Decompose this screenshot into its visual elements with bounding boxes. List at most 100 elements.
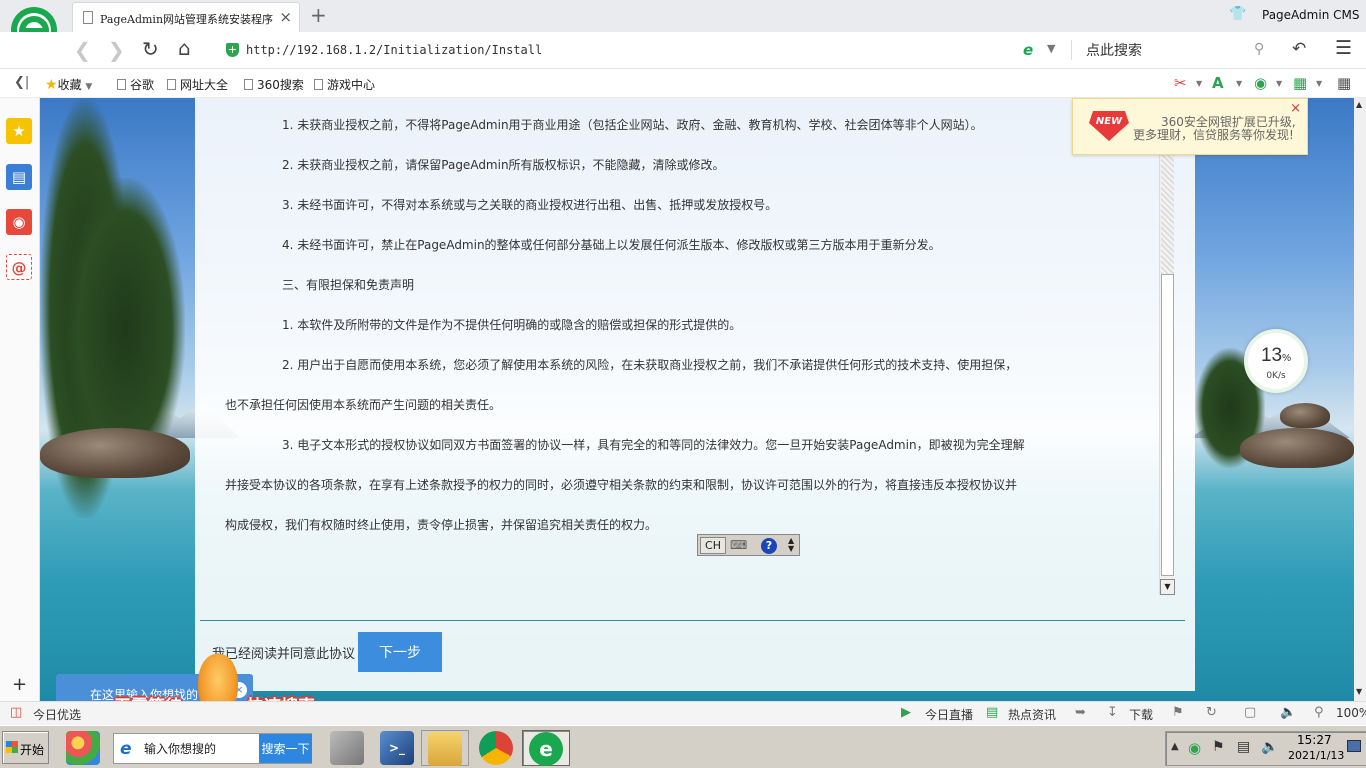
flag-icon[interactable]: ⚑ (1212, 739, 1225, 755)
ime-options-icon[interactable]: ▲ ▼ (788, 537, 794, 553)
360-guard-icon[interactable]: ◉ (1188, 739, 1201, 757)
ime-mode-button[interactable]: CH (700, 537, 726, 554)
ime-toolbar[interactable]: CH ⌨ ? ▲ ▼ (697, 534, 800, 556)
help-icon[interactable]: ? (761, 538, 777, 554)
chevron-down-icon[interactable]: ▼ (1276, 79, 1282, 88)
browser-scrollbar[interactable]: ▲ ▼ (1354, 98, 1366, 701)
license-scrollbar[interactable]: ▼ (1159, 98, 1175, 595)
powershell-icon[interactable]: >_ (380, 731, 414, 765)
zoom-icon[interactable]: ⚲ (1314, 705, 1324, 720)
scroll-down-icon[interactable]: ▼ (1160, 579, 1175, 595)
back-icon[interactable]: ❮ (74, 38, 91, 62)
forward-icon[interactable]: ❯ (108, 38, 125, 62)
new-badge: NEW (1089, 111, 1129, 141)
bookmark-item[interactable]: 游戏中心 (314, 76, 375, 93)
chevron-down-icon[interactable]: ▼ (1196, 79, 1202, 88)
start-label: 开始 (20, 743, 45, 757)
wallet-shield-icon[interactable]: ◉ (1254, 74, 1267, 92)
bookmark-item[interactable]: 网址大全 (167, 76, 228, 93)
taskbar-search[interactable]: e 搜索一下 (113, 733, 312, 764)
360-desktop-icon[interactable] (66, 731, 100, 765)
user-label[interactable]: PageAdmin CMS (1262, 8, 1359, 22)
network-icon[interactable]: ▤ (1237, 739, 1250, 755)
skin-icon[interactable]: 👕 (1229, 6, 1246, 22)
title-bar: PageAdmin网站管理系统安装程序 × + 👕 PageAdmin CMS (0, 0, 1366, 60)
download-link[interactable]: 下载 (1129, 706, 1153, 723)
close-tab-icon[interactable]: × (279, 8, 292, 26)
keyboard-icon[interactable]: ⌨ (730, 538, 747, 552)
tray-expand-icon[interactable]: ▲ (1171, 741, 1179, 752)
flag-icon[interactable]: ⚑ (1172, 705, 1184, 720)
news-icon[interactable]: ▤ (986, 705, 998, 720)
rock-graphic (1240, 428, 1354, 468)
window-icon[interactable]: ▢ (1244, 705, 1256, 720)
chevron-down-icon[interactable]: ▼ (1316, 79, 1322, 88)
bookmark-item[interactable]: 谷歌 (117, 76, 154, 93)
computer-icon[interactable] (330, 731, 364, 765)
windows-logo-icon (6, 741, 18, 753)
undo-icon[interactable]: ↶ (1292, 39, 1306, 59)
scroll-down-icon[interactable]: ▼ (1356, 687, 1362, 696)
gift-icon[interactable]: ◫ (10, 705, 22, 720)
live-link[interactable]: 今日直播 (925, 706, 973, 723)
star-icon: ★ (45, 77, 58, 93)
page-icon (167, 79, 176, 90)
today-picks-link[interactable]: 今日优选 (33, 706, 81, 723)
license-paragraph: 1. 本软件及所附带的文件是作为不提供任何明确的或隐含的赔偿或担保的形式提供的。 (282, 318, 742, 332)
scissors-icon[interactable]: ✂ (1174, 74, 1187, 92)
license-paragraph: 构成侵权，我们有权随时终止使用，责令停止损害，并保留追究相关责任的权力。 (225, 518, 658, 532)
close-icon[interactable]: × (1290, 101, 1301, 116)
add-icon[interactable]: + (12, 674, 27, 695)
clock-time[interactable]: 15:27 (1297, 733, 1332, 747)
favorites-star-icon[interactable]: ★ (6, 118, 32, 144)
tab-active[interactable]: PageAdmin网站管理系统安装程序 × (72, 2, 300, 32)
ie-compat-icon[interactable]: e (1023, 41, 1033, 59)
refresh-icon[interactable]: ↻ (1206, 705, 1217, 720)
next-step-button[interactable]: 下一步 (358, 632, 442, 672)
new-tab-button[interactable]: + (310, 3, 327, 27)
bookmark-item[interactable]: 360搜索 (244, 76, 304, 93)
speed-percent: 13% (1248, 345, 1304, 367)
page-icon (117, 79, 126, 90)
mail-icon[interactable]: @ (6, 254, 32, 280)
search-input[interactable] (1078, 37, 1278, 63)
search-icon[interactable]: ⚲ (1254, 41, 1264, 57)
scrollbar-thumb[interactable] (1161, 274, 1174, 576)
apps-grid-icon[interactable]: ▦ (1337, 74, 1351, 92)
chrome-icon[interactable] (479, 731, 513, 765)
translate-icon[interactable]: A (1212, 74, 1224, 92)
weibo-icon[interactable]: ◉ (6, 209, 32, 235)
download-icon[interactable]: ↧ (1107, 705, 1118, 720)
url-field[interactable]: http://192.168.1.2/Initialization/Instal… (246, 43, 542, 57)
pin-icon[interactable]: ➥ (1075, 705, 1086, 720)
left-sidebar: ★ ▤ ◉ @ + (0, 98, 40, 701)
network-speed-widget[interactable]: 13% 0K/s (1244, 329, 1308, 393)
volume-muted-icon[interactable]: 🔈 (1261, 739, 1278, 755)
reload-icon[interactable]: ↻ (142, 37, 159, 61)
sidebar-toggle-icon[interactable]: ❮| (14, 75, 29, 90)
start-button[interactable]: 开始 (2, 731, 49, 764)
menu-icon[interactable]: ☰ (1335, 37, 1352, 59)
news-link[interactable]: 热点资讯 (1008, 706, 1056, 723)
license-text-area: 1. 未获商业授权之前，不得将PageAdmin用于商业用途（包括企业网站、政府… (195, 98, 1175, 598)
security-shield-icon[interactable]: + (226, 43, 239, 57)
zoom-level[interactable]: 100% (1336, 706, 1366, 720)
chevron-down-icon[interactable]: ▼ (1236, 79, 1242, 88)
favorites-button[interactable]: ★收藏 ▼ (45, 76, 92, 93)
license-paragraph: 2. 用户出于自愿而使用本系统，您必须了解使用本系统的风险，在未获取商业授权之前… (282, 358, 1018, 372)
agree-label[interactable]: 我已经阅读并同意此协议 (212, 643, 355, 662)
clock-date[interactable]: 2021/1/13 (1288, 749, 1344, 762)
taskbar-search-input[interactable] (144, 736, 256, 762)
play-icon[interactable]: ▶ (901, 705, 911, 720)
home-icon[interactable]: ⌂ (178, 36, 191, 60)
chevron-down-icon[interactable]: ▼ (1047, 42, 1055, 55)
explorer-task[interactable] (421, 730, 469, 766)
upgrade-notice[interactable]: NEW 360安全网银扩展已升级, 更多理财，信贷服务等你发现! × (1072, 98, 1308, 155)
news-icon[interactable]: ▤ (6, 164, 32, 190)
360-browser-task[interactable]: e (522, 730, 570, 766)
game-icon[interactable]: ▦ (1293, 74, 1307, 92)
taskbar-search-button[interactable]: 搜索一下 (259, 734, 312, 763)
volume-icon[interactable]: 🔈 (1280, 705, 1296, 720)
scroll-up-icon[interactable]: ▲ (1356, 100, 1362, 109)
show-desktop-icon[interactable] (1347, 740, 1361, 752)
